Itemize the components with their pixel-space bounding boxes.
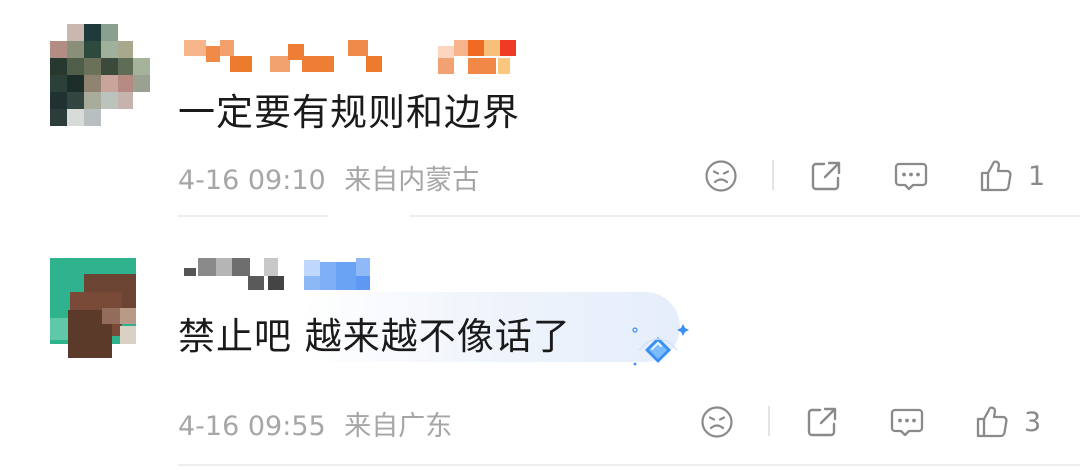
thumbs-up-icon [976, 406, 1008, 438]
reply-button[interactable] [889, 402, 925, 442]
reply-button[interactable] [893, 156, 929, 196]
comment-item: 一定要有规则和边界 4-16 09:10 来自内蒙古 1 [0, 0, 1080, 218]
avatar[interactable] [50, 258, 150, 358]
share-button[interactable] [808, 156, 844, 196]
comment-meta: 4-16 09:55 来自广东 [178, 404, 462, 443]
comment-location: 来自内蒙古 [344, 165, 480, 196]
comment-actions: 3 [700, 402, 1060, 442]
comment-text: 一定要有规则和边界 [178, 91, 520, 134]
comment-location: 来自广东 [344, 411, 453, 442]
share-icon [811, 161, 841, 191]
comment-divider [178, 215, 1080, 217]
comment-bubble-icon [890, 408, 924, 437]
comment-bubble-icon [894, 162, 928, 191]
comment-meta: 4-16 09:10 来自内蒙古 [178, 158, 489, 197]
share-icon [807, 407, 837, 437]
action-divider [768, 406, 770, 436]
username-blurred[interactable] [180, 40, 540, 76]
comment-text: 禁止吧 越来越不像话了 [178, 315, 571, 358]
avatar[interactable] [50, 24, 150, 126]
dislike-button[interactable] [700, 402, 734, 442]
thumbs-up-icon [980, 160, 1012, 192]
like-button[interactable]: 1 [978, 156, 1045, 196]
comment-time: 4-16 09:10 [178, 165, 326, 196]
frown-face-icon [705, 160, 737, 192]
share-button[interactable] [804, 402, 840, 442]
comment-divider [178, 464, 1080, 466]
username-blurred[interactable] [180, 258, 420, 294]
like-count: 1 [1028, 160, 1046, 192]
dislike-button[interactable] [704, 156, 738, 196]
blue-diamond-sticker-icon [632, 324, 689, 366]
comment-time: 4-16 09:55 [178, 411, 326, 442]
like-button[interactable]: 3 [974, 402, 1041, 442]
comment-item: 禁止吧 越来越不像话了 4-16 09:55 来自广东 3 [0, 218, 1080, 469]
frown-face-icon [701, 406, 733, 438]
action-divider [772, 160, 774, 190]
like-count: 3 [1024, 406, 1042, 438]
comment-actions: 1 [700, 156, 1060, 196]
